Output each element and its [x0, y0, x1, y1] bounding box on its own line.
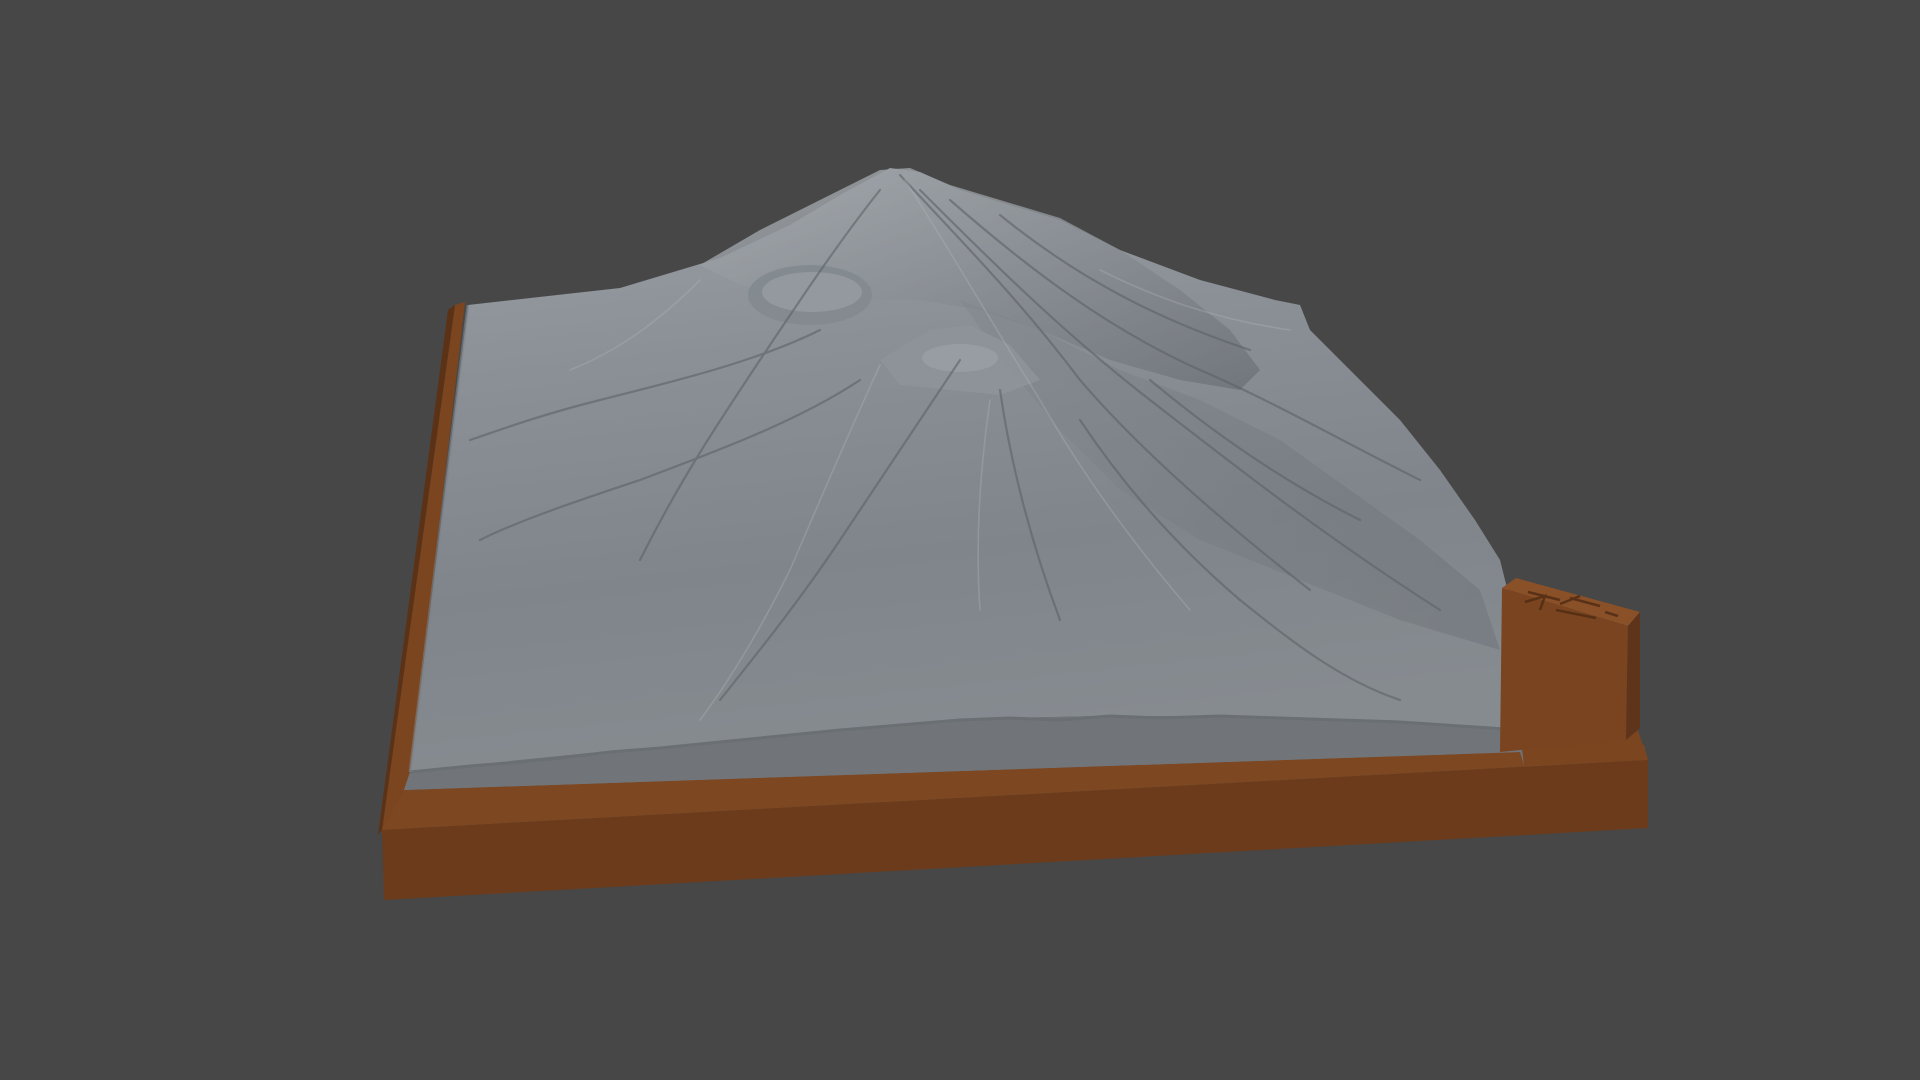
label-block — [1500, 578, 1640, 752]
terrain-surface — [409, 168, 1521, 774]
scene-canvas — [378, 168, 1648, 900]
3d-viewport[interactable] — [0, 0, 1920, 1080]
label-block-side — [1626, 612, 1640, 740]
